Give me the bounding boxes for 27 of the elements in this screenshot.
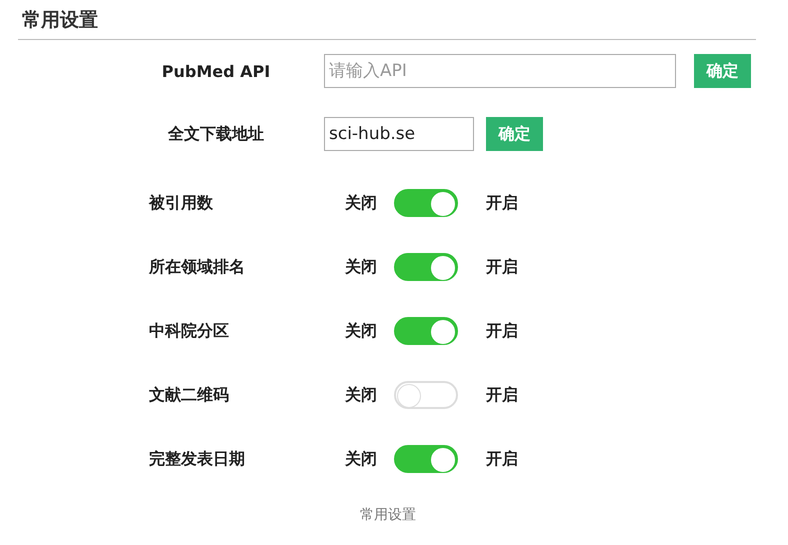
footer-text: 常用设置	[359, 506, 417, 524]
off-label: 关闭	[345, 192, 378, 214]
on-label: 开启	[486, 448, 519, 470]
on-label: 开启	[486, 384, 519, 406]
toggle-switch[interactable]	[394, 253, 458, 281]
on-label: 开启	[486, 320, 519, 342]
confirm-button[interactable]: 确定	[486, 117, 543, 151]
off-label: 关闭	[345, 320, 378, 342]
setting-label: 中科院分区	[149, 320, 230, 342]
setting-label: 完整发表日期	[149, 448, 246, 470]
field-label: 全文下载地址	[166, 124, 265, 144]
confirm-button[interactable]: 确定	[694, 54, 751, 88]
off-label: 关闭	[345, 384, 378, 406]
off-label: 关闭	[345, 448, 378, 470]
input-field[interactable]: sci-hub.se	[324, 117, 474, 151]
toggle-switch[interactable]	[394, 317, 458, 345]
input-field[interactable]: 请输入API	[324, 54, 676, 88]
on-label: 开启	[486, 256, 519, 278]
setting-label: 文献二维码	[149, 384, 230, 406]
setting-label: 所在领域排名	[149, 256, 246, 278]
field-label: PubMed API	[160, 62, 272, 80]
setting-label: 被引用数	[149, 192, 214, 214]
off-label: 关闭	[345, 256, 378, 278]
page-title: 常用设置	[22, 8, 99, 33]
on-label: 开启	[486, 192, 519, 214]
toggle-switch[interactable]	[394, 445, 458, 473]
toggle-switch[interactable]	[394, 189, 458, 217]
